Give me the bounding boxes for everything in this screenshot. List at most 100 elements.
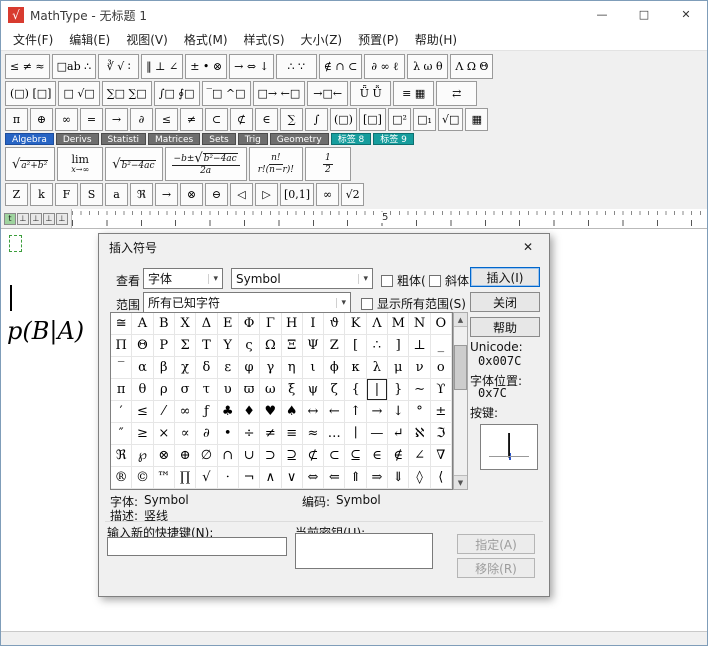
symbol-cell[interactable]: Ψ xyxy=(303,335,324,357)
symbol-cell[interactable]: ς xyxy=(239,335,260,357)
user-symbol-button[interactable]: S xyxy=(80,183,103,206)
symbol-cell[interactable]: ♣ xyxy=(218,401,239,423)
symbol-cell[interactable]: ϒ xyxy=(431,379,452,401)
symbol-cell[interactable]: ≈ xyxy=(303,423,324,445)
symbol-cell[interactable]: ζ xyxy=(324,379,345,401)
symbol-cell[interactable]: Ο xyxy=(431,313,452,335)
symbol-cell[interactable]: ⁄ xyxy=(154,401,175,423)
tab-geometry[interactable]: Geometry xyxy=(270,133,329,145)
symbol-cell[interactable]: ≥ xyxy=(132,423,153,445)
symbol-cell[interactable]: Β xyxy=(154,313,175,335)
symbol-cell[interactable]: ⇑ xyxy=(345,467,366,489)
symbol-cell[interactable]: ♦ xyxy=(239,401,260,423)
template-sqrt-a2-b2[interactable]: √a²+b² xyxy=(5,147,55,181)
symbol-cell[interactable]: ∴ xyxy=(367,335,388,357)
palette-button[interactable]: ∂ ∞ ℓ xyxy=(364,54,405,79)
tab-algebra[interactable]: Algebra xyxy=(5,133,54,145)
symbol-cell[interactable]: Ω xyxy=(260,335,281,357)
range-dropdown[interactable]: 所有已知字符 ▾ xyxy=(143,292,351,313)
template-palette-button[interactable]: □→ ←□ xyxy=(253,81,306,106)
scroll-down-icon[interactable]: ▼ xyxy=(454,475,467,489)
tab-trig[interactable]: Trig xyxy=(238,133,268,145)
symbol-cell[interactable]: ⊗ xyxy=(154,445,175,467)
symbol-cell[interactable]: ∼ xyxy=(409,379,430,401)
symbol-cell[interactable]: ε xyxy=(218,357,239,379)
symbol-cell[interactable]: ÷ xyxy=(239,423,260,445)
symbol-button[interactable]: = xyxy=(80,108,103,131)
palette-button[interactable]: ∴ ∵ xyxy=(276,54,317,79)
symbol-button[interactable]: ⊂ xyxy=(205,108,228,131)
symbol-button[interactable]: ∈ xyxy=(255,108,278,131)
palette-button[interactable]: Λ Ω Θ xyxy=(450,54,493,79)
symbol-cell[interactable]: ⊂ xyxy=(324,445,345,467)
symbol-cell[interactable]: ◊ xyxy=(409,467,430,489)
template-palette-button[interactable]: ≡ ▦ xyxy=(393,81,434,106)
ruler-strip[interactable]: 5 10 xyxy=(71,209,707,228)
symbol-cell[interactable]: ⊇ xyxy=(282,445,303,467)
template-palette-button[interactable]: →□← xyxy=(307,81,348,106)
symbol-button[interactable]: ∑ xyxy=(280,108,303,131)
insert-button[interactable]: 插入(I) xyxy=(470,267,540,287)
symbol-cell[interactable]: Ν xyxy=(409,313,430,335)
user-symbol-button[interactable]: → xyxy=(155,183,178,206)
symbol-cell[interactable]: ° xyxy=(409,401,430,423)
user-symbol-button[interactable]: F xyxy=(55,183,78,206)
menu-item[interactable]: 样式(S) xyxy=(236,29,293,51)
symbol-cell[interactable]: Η xyxy=(282,313,303,335)
template-binomial[interactable]: n!r!(n−r)! xyxy=(249,147,303,181)
tab-sets[interactable]: Sets xyxy=(202,133,235,145)
tab-stop-button[interactable]: ⊥ xyxy=(30,213,42,225)
template-limit[interactable]: limx→∞ xyxy=(57,147,103,181)
symbol-cell[interactable]: ⊄ xyxy=(303,445,324,467)
symbol-button[interactable]: → xyxy=(105,108,128,131)
symbol-cell[interactable]: Λ xyxy=(367,313,388,335)
palette-button[interactable]: ‖ ⊥ ∠ xyxy=(141,54,183,79)
equation[interactable]: p(B|A) xyxy=(7,317,84,345)
tab-stop-button[interactable]: ⊥ xyxy=(43,213,55,225)
symbol-cell[interactable]: ↵ xyxy=(388,423,409,445)
view-mode-dropdown[interactable]: 字体 ▾ xyxy=(143,268,223,289)
user-symbol-button[interactable]: ∞ xyxy=(316,183,339,206)
symbol-cell[interactable]: √ xyxy=(196,467,217,489)
symbol-cell[interactable]: Θ xyxy=(132,335,153,357)
symbol-cell[interactable]: × xyxy=(154,423,175,445)
symbol-grid-scrollbar[interactable]: ▲ ▼ xyxy=(453,312,468,490)
symbol-cell[interactable]: Χ xyxy=(175,313,196,335)
symbol-cell[interactable]: ξ xyxy=(282,379,303,401)
symbol-cell[interactable]: Γ xyxy=(260,313,281,335)
dialog-title-bar[interactable]: 插入符号 ✕ xyxy=(99,234,549,260)
font-dropdown[interactable]: Symbol ▾ xyxy=(231,268,373,289)
user-symbol-button[interactable]: ⊗ xyxy=(180,183,203,206)
symbol-cell[interactable]: φ xyxy=(239,357,260,379)
symbol-cell[interactable]: { xyxy=(345,379,366,401)
symbol-cell[interactable]: © xyxy=(132,467,153,489)
symbol-cell[interactable]: ∩ xyxy=(218,445,239,467)
symbol-cell[interactable]: η xyxy=(282,357,303,379)
symbol-cell[interactable]: ® xyxy=(111,467,132,489)
symbol-cell[interactable]: } xyxy=(388,379,409,401)
symbol-cell[interactable]: κ xyxy=(345,357,366,379)
symbol-cell[interactable]: [ xyxy=(345,335,366,357)
symbol-cell[interactable]: ↑ xyxy=(345,401,366,423)
menu-item[interactable]: 格式(M) xyxy=(176,29,236,51)
menu-item[interactable]: 编辑(E) xyxy=(61,29,118,51)
symbol-cell[interactable]: ∨ xyxy=(282,467,303,489)
symbol-cell[interactable]: ′ xyxy=(111,401,132,423)
symbol-button[interactable]: [□] xyxy=(359,108,386,131)
symbol-cell[interactable]: ℘ xyxy=(132,445,153,467)
symbol-button[interactable]: π xyxy=(5,108,28,131)
template-palette-button[interactable]: □ √□ xyxy=(58,81,99,106)
symbol-button[interactable]: ▦ xyxy=(465,108,488,131)
menu-item[interactable]: 帮助(H) xyxy=(407,29,465,51)
symbol-button[interactable]: □₁ xyxy=(413,108,436,131)
symbol-button[interactable]: ≤ xyxy=(155,108,178,131)
symbol-cell[interactable]: ℵ xyxy=(409,423,430,445)
scroll-up-icon[interactable]: ▲ xyxy=(454,313,467,327)
symbol-cell[interactable]: ⊕ xyxy=(175,445,196,467)
symbol-cell[interactable]: Δ xyxy=(196,313,217,335)
template-sqrt-discriminant[interactable]: √b²−4ac xyxy=(105,147,162,181)
minimize-button[interactable]: — xyxy=(581,1,623,29)
symbol-cell[interactable]: … xyxy=(324,423,345,445)
user-symbol-button[interactable]: ℜ xyxy=(130,183,153,206)
symbol-cell[interactable]: γ xyxy=(260,357,281,379)
